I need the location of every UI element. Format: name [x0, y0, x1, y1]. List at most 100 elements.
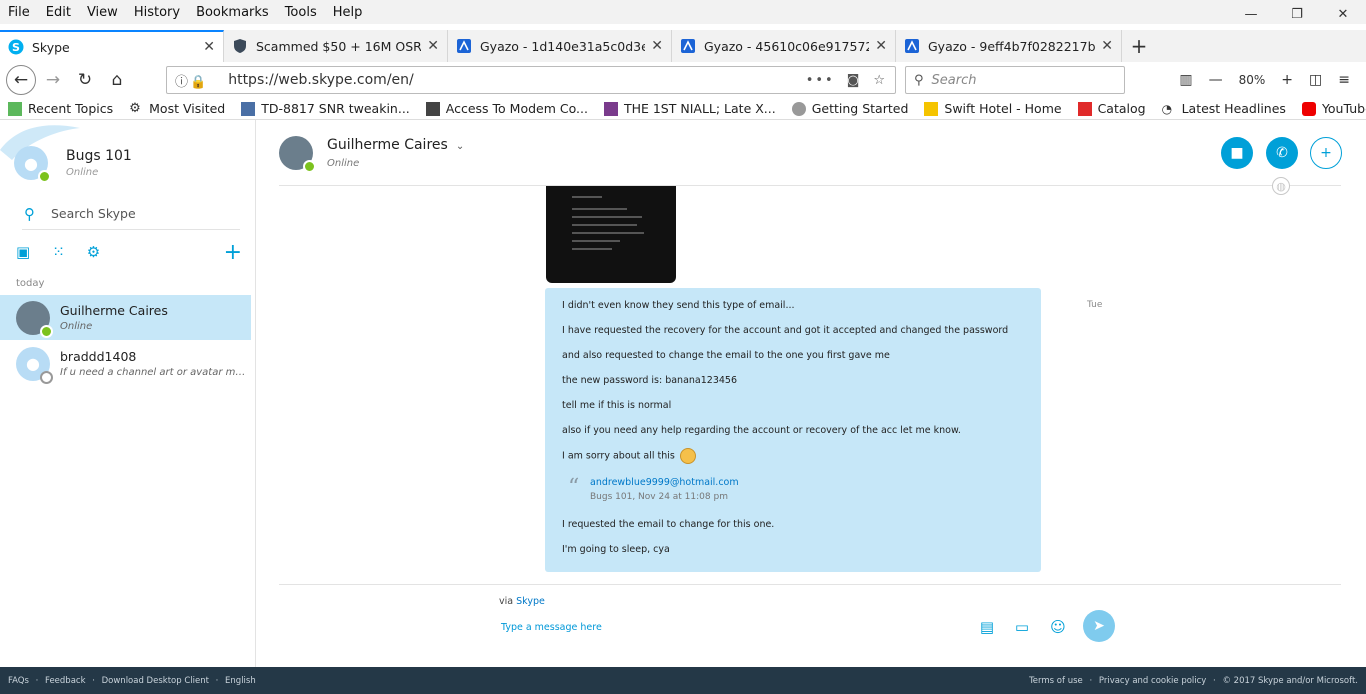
- new-tab-button[interactable]: +: [1122, 30, 1156, 62]
- close-icon[interactable]: ✕: [203, 39, 215, 55]
- menu-help[interactable]: Help: [325, 5, 371, 20]
- tab-gyazo-3[interactable]: Gyazo - 9eff4b7f0282217ba470d ✕: [896, 30, 1122, 62]
- message-bubble[interactable]: I didn't even know they send this type o…: [545, 288, 1041, 572]
- image-line: [572, 248, 612, 250]
- terms-link[interactable]: Terms of use: [1029, 676, 1083, 686]
- search-skype-input[interactable]: ⚲ Search Skype: [22, 198, 240, 230]
- menu-edit[interactable]: Edit: [38, 5, 79, 20]
- close-icon[interactable]: ✕: [1101, 38, 1113, 54]
- bookmark-item[interactable]: Recent Topics: [0, 101, 121, 116]
- message-line: I am sorry about all this: [562, 448, 1024, 473]
- contact-item[interactable]: Guilherme Caires Online: [0, 295, 251, 340]
- nav-bar: ← → ↻ ⌂ ⓘ🔒 https://web.skype.com/en/ •••…: [0, 62, 1366, 98]
- language-link[interactable]: English: [225, 676, 256, 686]
- contacts-icon[interactable]: ▣: [16, 243, 30, 261]
- close-window-icon[interactable]: ✕: [1320, 0, 1366, 28]
- back-button[interactable]: ←: [6, 65, 36, 95]
- emoticon-icon[interactable]: ☺: [1047, 616, 1069, 638]
- tab-skype[interactable]: S Skype ✕: [0, 30, 224, 62]
- audio-call-button[interactable]: ✆: [1266, 137, 1298, 169]
- avatar[interactable]: ●: [14, 146, 51, 183]
- message-line: I didn't even know they send this type o…: [562, 300, 795, 311]
- chat-panel: Guilherme Caires ⌄ Online ■ ✆ + ◍ I didn'…: [257, 120, 1366, 667]
- dialpad-icon[interactable]: ⁙: [52, 243, 65, 261]
- image-line: [572, 196, 602, 198]
- privacy-link[interactable]: Privacy and cookie policy: [1099, 676, 1206, 686]
- contact-item[interactable]: ● braddd1408 If u need a channel art or …: [0, 341, 251, 386]
- menu-tools[interactable]: Tools: [277, 5, 325, 20]
- add-button[interactable]: +: [224, 240, 242, 265]
- tab-label: Gyazo - 45610c06e9175722c6e5: [704, 38, 869, 54]
- zoom-in-button[interactable]: +: [1273, 72, 1301, 88]
- shield-icon: [234, 39, 246, 53]
- send-contact-icon[interactable]: ▭: [1011, 616, 1033, 638]
- reload-button[interactable]: ↻: [70, 65, 100, 95]
- menu-view[interactable]: View: [79, 5, 126, 20]
- site-info-icon[interactable]: ⓘ🔒: [175, 71, 208, 90]
- close-icon[interactable]: ✕: [427, 38, 439, 54]
- message-line: tell me if this is normal: [562, 400, 672, 411]
- faqs-link[interactable]: FAQs: [8, 676, 29, 686]
- bookmark-item[interactable]: TD-8817 SNR tweakin...: [233, 101, 418, 116]
- send-file-icon[interactable]: ▤: [976, 616, 998, 638]
- pocket-icon[interactable]: ◙: [847, 73, 862, 88]
- zoom-out-button[interactable]: —: [1201, 72, 1231, 88]
- globe-icon[interactable]: ◍: [1272, 177, 1290, 195]
- library-icon[interactable]: ▥: [1171, 72, 1200, 88]
- quoted-message[interactable]: “ andrewblue9999@hotmail.com Bugs 101, N…: [562, 475, 1024, 517]
- phone-icon: ✆: [1276, 145, 1288, 161]
- message-line: I'm going to sleep, cya: [562, 544, 670, 555]
- close-icon[interactable]: ✕: [651, 38, 663, 54]
- bookmark-item[interactable]: THE 1ST NIALL; Late X...: [596, 101, 784, 116]
- bookmark-item[interactable]: Swift Hotel - Home: [916, 101, 1069, 116]
- menu-bookmarks[interactable]: Bookmarks: [188, 5, 277, 20]
- bookmark-label: YouTube: [1321, 101, 1366, 116]
- tab-gyazo-1[interactable]: Gyazo - 1d140e31a5c0d3e261cc ✕: [448, 30, 672, 62]
- hamburger-menu-icon[interactable]: ≡: [1330, 72, 1358, 88]
- message-line: the new password is: banana123456: [562, 375, 737, 386]
- bookmark-item[interactable]: Access To Modem Co...: [418, 101, 596, 116]
- menu-file[interactable]: File: [0, 5, 38, 20]
- image-attachment[interactable]: [546, 186, 676, 283]
- quoted-email-link[interactable]: andrewblue9999@hotmail.com: [590, 477, 1024, 488]
- roblox-icon: [1077, 101, 1092, 116]
- message-input[interactable]: Type a message here: [501, 622, 602, 633]
- bookmark-item[interactable]: Getting Started: [784, 101, 917, 116]
- avatar[interactable]: [279, 136, 316, 173]
- send-button[interactable]: ➤: [1083, 610, 1115, 642]
- bookmark-item[interactable]: ◔ Latest Headlines: [1154, 101, 1294, 116]
- feedback-link[interactable]: Feedback: [45, 676, 85, 686]
- menu-history[interactable]: History: [126, 5, 188, 20]
- page-actions-icon[interactable]: •••: [806, 73, 835, 88]
- sidebar-icon[interactable]: ◫: [1301, 72, 1330, 88]
- settings-gear-icon[interactable]: ⚙: [87, 243, 100, 261]
- bookmark-item[interactable]: Catalog: [1070, 101, 1154, 116]
- bookmark-star-icon[interactable]: ☆: [873, 73, 887, 88]
- gyazo-icon: [457, 39, 471, 53]
- add-people-button[interactable]: +: [1310, 137, 1342, 169]
- via-prefix: via: [499, 596, 514, 607]
- url-bar[interactable]: ⓘ🔒 https://web.skype.com/en/ ••• ◙ ☆: [166, 66, 896, 94]
- close-icon[interactable]: ✕: [875, 38, 887, 54]
- hotel-icon: [924, 101, 939, 116]
- bookmark-item[interactable]: YouTube: [1294, 101, 1366, 116]
- minimize-icon[interactable]: —: [1228, 0, 1274, 28]
- restore-icon[interactable]: ❐: [1274, 0, 1320, 28]
- chat-header[interactable]: Guilherme Caires ⌄ Online: [279, 136, 464, 173]
- profile-header[interactable]: ● Bugs 101 Online: [14, 146, 132, 183]
- download-client-link[interactable]: Download Desktop Client: [102, 676, 209, 686]
- tab-scammed[interactable]: Scammed $50 + 16M OSRS GO ✕: [224, 30, 448, 62]
- home-button[interactable]: ⌂: [102, 65, 132, 95]
- search-input[interactable]: ⚲ Search: [905, 66, 1125, 94]
- image-line: [572, 208, 627, 210]
- bookmark-label: THE 1ST NIALL; Late X...: [623, 101, 776, 116]
- bookmark-item[interactable]: ⚙ Most Visited: [121, 101, 233, 116]
- url-text[interactable]: https://web.skype.com/en/: [228, 72, 806, 88]
- chevron-down-icon[interactable]: ⌄: [456, 141, 464, 152]
- video-call-button[interactable]: ■: [1221, 137, 1253, 169]
- via-skype-link[interactable]: Skype: [516, 596, 545, 607]
- via-label: via Skype: [499, 596, 545, 607]
- forward-button[interactable]: →: [38, 65, 68, 95]
- zoom-level[interactable]: 80%: [1231, 73, 1274, 87]
- tab-gyazo-2[interactable]: Gyazo - 45610c06e9175722c6e5 ✕: [672, 30, 896, 62]
